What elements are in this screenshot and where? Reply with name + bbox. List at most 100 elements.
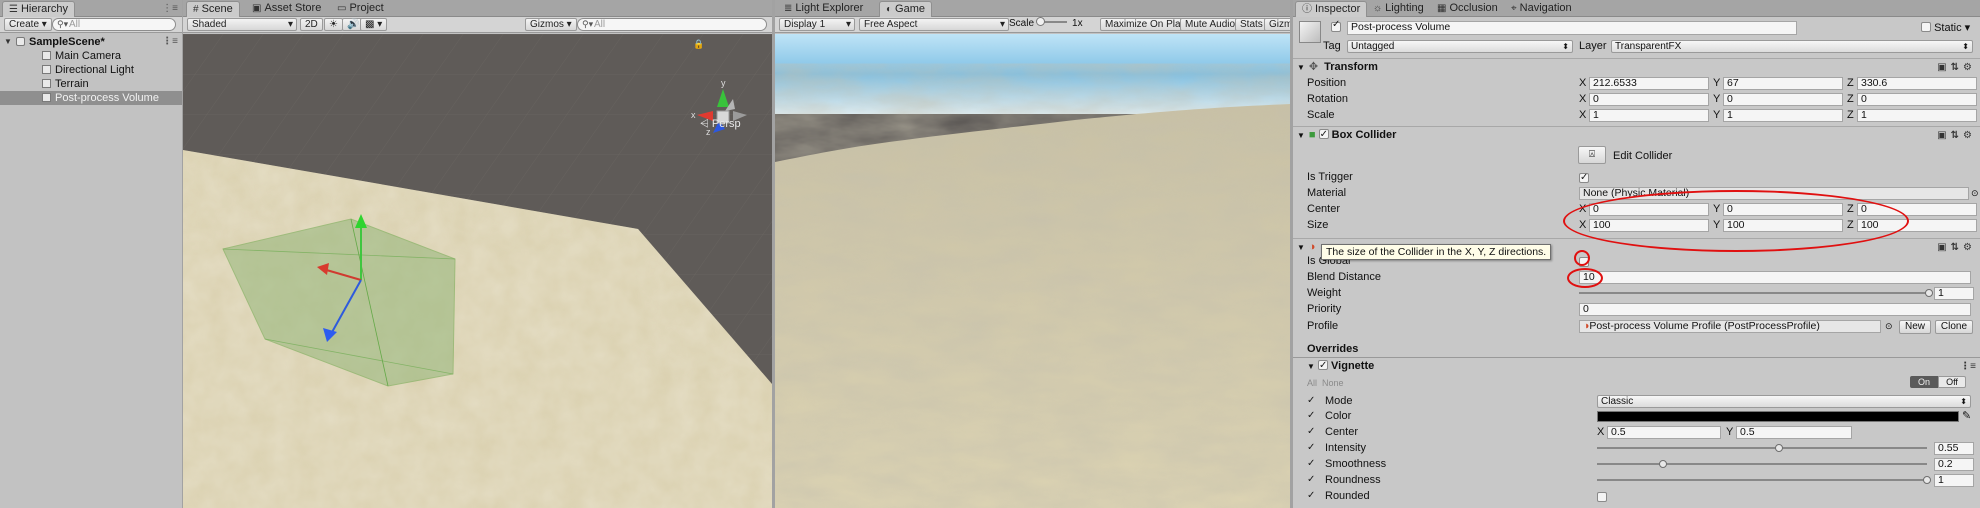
box-collider-enabled-checkbox[interactable] — [1318, 126, 1329, 143]
maximize-on-play-toggle[interactable]: Maximize On Play — [1100, 18, 1191, 31]
stats-toggle[interactable]: Stats — [1235, 18, 1268, 31]
new-profile-button[interactable]: New — [1899, 320, 1931, 334]
priority-field[interactable]: 0 — [1579, 303, 1971, 316]
clone-profile-button[interactable]: Clone — [1935, 320, 1973, 334]
2d-toggle[interactable]: 2D — [300, 18, 323, 31]
box-collider-header[interactable]: ▼■ Box Collider▣⇅⚙ — [1293, 126, 1980, 143]
rotation-x-field[interactable]: 0 — [1589, 93, 1709, 106]
hierarchy-item-post-process-volume[interactable]: Post-process Volume — [0, 91, 182, 105]
off-button[interactable]: Off — [1938, 376, 1966, 388]
vignette-menu-icon[interactable]: ⋮≡ — [1960, 358, 1976, 375]
persp-label[interactable]: ⩤ Persp — [700, 118, 741, 131]
lighting-toggle-icon[interactable]: ☀ — [324, 18, 343, 31]
scene-viewport[interactable]: y x z 🔒 ⩤ Persp — [183, 34, 772, 508]
intensity-slider[interactable] — [1597, 444, 1927, 452]
position-z-field[interactable]: 330.6 — [1857, 77, 1977, 90]
position-x-field[interactable]: 212.6533 — [1589, 77, 1709, 90]
object-picker-icon[interactable]: ⊙ — [1971, 185, 1979, 201]
gizmos-dropdown[interactable]: Gizmos ▾ — [525, 18, 577, 31]
scene-menu-icon[interactable]: ⋮≡ — [162, 35, 178, 49]
tab-hierarchy[interactable]: ☰ Hierarchy — [2, 1, 76, 17]
size-x-field[interactable]: 100 — [1589, 219, 1709, 232]
profile-field[interactable]: ◑Post-process Volume Profile (PostProces… — [1579, 320, 1881, 333]
weight-slider-knob[interactable] — [1925, 289, 1933, 297]
hierarchy-item-terrain[interactable]: Terrain — [0, 77, 182, 91]
create-dropdown[interactable]: Create ▾ — [4, 18, 52, 31]
display-dropdown[interactable]: Display 1 ▾ — [779, 18, 855, 31]
panel-menu-icon[interactable]: ⋮≡ — [162, 3, 178, 14]
component-menu-icons[interactable]: ▣⇅⚙ — [1937, 59, 1976, 76]
roundness-slider[interactable] — [1597, 476, 1931, 484]
static-toggle[interactable]: Static ▾ — [1921, 21, 1970, 34]
scene-root[interactable]: ▼ SampleScene* ⋮≡ — [0, 35, 182, 49]
on-button[interactable]: On — [1910, 376, 1938, 388]
position-y-field[interactable]: 67 — [1723, 77, 1843, 90]
tab-project[interactable]: ▭ Project — [331, 1, 390, 17]
game-viewport[interactable] — [775, 34, 1290, 508]
gizmos-toggle[interactable]: Gizm — [1264, 18, 1290, 31]
vignette-header[interactable]: ▼ Vignette⋮≡ — [1293, 357, 1980, 374]
center-x-field[interactable]: 0 — [1589, 203, 1709, 216]
tab-inspector[interactable]: ⓘ Inspector — [1295, 1, 1368, 17]
active-checkbox[interactable] — [1331, 19, 1341, 34]
weight-row: Weight 1 — [1293, 285, 1980, 301]
material-field[interactable]: None (Physic Material) — [1579, 187, 1969, 200]
tab-navigation[interactable]: ⌖ Navigation — [1505, 1, 1578, 17]
scene-search-input[interactable]: ⚲▾ All — [577, 18, 767, 31]
tag-dropdown[interactable]: Untagged ⬍ — [1347, 40, 1573, 53]
blend-distance-field[interactable]: 10 — [1579, 271, 1971, 284]
object-picker-icon[interactable]: ⊙ — [1885, 318, 1893, 334]
hierarchy-item-directional-light[interactable]: Directional Light — [0, 63, 182, 77]
size-y-field[interactable]: 100 — [1723, 219, 1843, 232]
transform-header[interactable]: ▼ ✥ Transform ▣⇅⚙ — [1293, 58, 1980, 75]
roundness-field[interactable]: 1 — [1934, 474, 1974, 487]
scale-y-field[interactable]: 1 — [1723, 109, 1843, 122]
scale-x-field[interactable]: 1 — [1589, 109, 1709, 122]
size-z-field[interactable]: 100 — [1857, 219, 1977, 232]
rotation-y-field[interactable]: 0 — [1723, 93, 1843, 106]
hierarchy-item-main-camera[interactable]: Main Camera — [0, 49, 182, 63]
rotation-z-field[interactable]: 0 — [1857, 93, 1977, 106]
tab-light-explorer[interactable]: ≣ Light Explorer — [778, 1, 869, 17]
vignette-enabled-checkbox[interactable] — [1317, 357, 1328, 374]
tab-occlusion[interactable]: ▦ Occlusion — [1431, 1, 1504, 17]
scale-z-field[interactable]: 1 — [1857, 109, 1977, 122]
search-icon: ⚲▾ — [57, 19, 69, 29]
rounded-checkbox[interactable] — [1597, 490, 1607, 506]
center-z-field[interactable]: 0 — [1857, 203, 1977, 216]
tab-lighting[interactable]: ☼ Lighting — [1367, 1, 1430, 17]
mute-audio-toggle[interactable]: Mute Audio — [1180, 18, 1241, 31]
roundness-slider-knob[interactable] — [1923, 476, 1931, 484]
mode-dropdown[interactable]: Classic ⬍ — [1597, 395, 1971, 408]
color-swatch[interactable] — [1597, 411, 1959, 422]
weight-field[interactable]: 1 — [1934, 287, 1974, 300]
scale-control[interactable]: Scale 1x — [1009, 17, 1083, 29]
override-all-none[interactable]: All None — [1307, 378, 1344, 388]
center-y-field[interactable]: 0 — [1723, 203, 1843, 216]
tab-scene[interactable]: # Scene — [186, 1, 240, 17]
intensity-field[interactable]: 0.55 — [1934, 442, 1974, 455]
intensity-slider-knob[interactable] — [1774, 444, 1783, 452]
component-menu-icons[interactable]: ▣⇅⚙ — [1937, 127, 1976, 144]
scale-slider[interactable] — [1036, 17, 1068, 26]
weight-slider[interactable] — [1579, 289, 1933, 297]
rounded-override-checkbox[interactable] — [1307, 488, 1317, 506]
smoothness-field[interactable]: 0.2 — [1934, 458, 1974, 471]
tab-asset-store[interactable]: ▣ Asset Store — [246, 1, 327, 17]
on-off-toggle[interactable]: On Off — [1910, 376, 1966, 389]
edit-collider-button[interactable]: ⍓ — [1578, 146, 1606, 164]
aspect-dropdown[interactable]: Free Aspect ▾ — [859, 18, 1009, 31]
vignette-center-x-field[interactable]: 0.5 — [1607, 426, 1721, 439]
smoothness-slider[interactable] — [1597, 460, 1927, 468]
vignette-center-y-field[interactable]: 0.5 — [1736, 426, 1852, 439]
object-name-field[interactable]: Post-process Volume — [1347, 21, 1797, 35]
gameobject-icon — [42, 65, 51, 74]
layer-dropdown[interactable]: TransparentFX ⬍ — [1611, 40, 1973, 53]
smoothness-slider-knob[interactable] — [1659, 460, 1667, 468]
eyedropper-icon[interactable]: ✎ — [1962, 408, 1971, 424]
shading-mode-dropdown[interactable]: Shaded ▾ — [187, 18, 297, 31]
tab-game[interactable]: ◐ Game — [879, 1, 933, 17]
effects-toggle-icon[interactable]: ▩ ▾ — [360, 18, 388, 31]
chevron-down-icon: ▾ — [287, 19, 293, 30]
hierarchy-search-input[interactable]: ⚲▾ All — [52, 18, 176, 31]
